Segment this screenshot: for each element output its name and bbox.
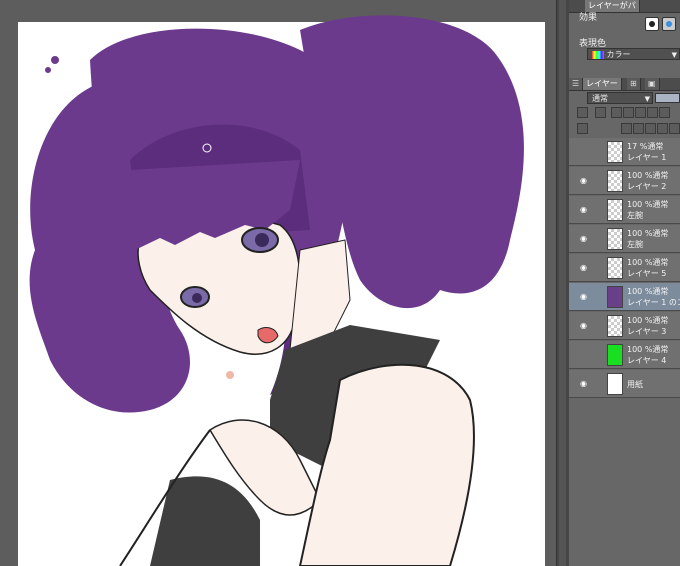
eye-icon[interactable] — [580, 147, 589, 156]
eye-icon[interactable]: ◉ — [580, 263, 589, 272]
clip-icon[interactable] — [611, 107, 622, 118]
layer-thumbnail — [607, 170, 623, 192]
layer-list: 17 %通常 レイヤー 1 ◉ 100 %通常 レイヤー 2 ◉ 100 %通常 左腕 ◉ 100… — [569, 138, 680, 398]
layer-stack-icon[interactable] — [577, 123, 588, 134]
scrollbar-thumb[interactable] — [559, 0, 566, 566]
lock-transparent-icon[interactable] — [647, 107, 658, 118]
layer-name: レイヤー 5 — [627, 269, 667, 278]
layer-thumbnail — [607, 373, 623, 395]
eye-icon[interactable]: ◉ — [580, 234, 589, 243]
layer-row[interactable]: ◉ 用紙 — [569, 370, 680, 398]
blend-mode-value: 通常 — [592, 94, 608, 103]
effect-label: 効果 — [579, 13, 598, 23]
illustration-canvas[interactable] — [0, 0, 556, 566]
pin-icon[interactable] — [659, 107, 670, 118]
layer-opacity-mode: 100 %通常 — [627, 258, 669, 267]
layer-name: 左腕 — [627, 240, 643, 249]
layer-row[interactable]: ◉ 100 %通常 レイヤー 3 — [569, 312, 680, 340]
layer-thumbnail — [607, 344, 623, 366]
layer-row[interactable]: ◉ 100 %通常 左腕 — [569, 225, 680, 253]
layer-toolbar-row-2 — [569, 122, 680, 136]
color-swatch-icon — [592, 50, 604, 59]
layer-name: レイヤー 1 — [627, 153, 667, 162]
effect-icons — [645, 17, 680, 31]
layer-opacity-mode: 17 %通常 — [627, 142, 664, 151]
tab-layer[interactable]: レイヤー — [583, 78, 622, 90]
chevron-down-icon: ▼ — [644, 95, 650, 103]
layer-row[interactable]: 17 %通常 レイヤー 1 — [569, 138, 680, 166]
eye-icon[interactable]: ◉ — [580, 292, 589, 301]
display-color-dropdown[interactable]: カラー ▼ — [587, 48, 680, 60]
layer-thumbnail — [607, 286, 623, 308]
layer-row[interactable]: 100 %通常 レイヤー 4 — [569, 341, 680, 369]
layer-thumbnail — [607, 315, 623, 337]
draft-icon[interactable] — [623, 107, 634, 118]
eye-icon[interactable]: ◉ — [580, 176, 589, 185]
layer-opacity-mode: 100 %通常 — [627, 229, 669, 238]
layer-name: 用紙 — [627, 380, 643, 389]
layer-row[interactable]: ◉ 100 %通常 レイヤー 5 — [569, 254, 680, 282]
tab-layer-icon[interactable]: ☰ — [569, 78, 584, 90]
display-color-value: カラー — [606, 50, 631, 59]
layer-toolbar-row-1 — [569, 106, 680, 120]
tab-search-icon[interactable]: ⊞ — [627, 78, 641, 90]
layer-name: レイヤー 4 — [627, 356, 667, 365]
mask-icon[interactable] — [577, 107, 588, 118]
canvas-scrollbar[interactable] — [556, 0, 569, 566]
layer-thumbnail — [607, 257, 623, 279]
layer-opacity-mode: 100 %通常 — [627, 171, 669, 180]
layer-tabbar: ☰ レイヤー ⊞ ▣ — [569, 78, 680, 91]
new-layer-icon[interactable] — [621, 123, 632, 134]
opacity-slider[interactable] — [655, 93, 680, 103]
merge-icon[interactable] — [657, 123, 668, 134]
delete-icon[interactable] — [669, 123, 680, 134]
ref-icon[interactable] — [595, 107, 606, 118]
eye-icon[interactable]: ◉ — [580, 205, 589, 214]
tab-extra-icon[interactable]: ▣ — [645, 78, 660, 90]
blend-mode-dropdown[interactable]: 通常 ▼ — [587, 92, 653, 104]
border-effect-icon[interactable] — [645, 17, 659, 31]
layer-row[interactable]: ◉ 100 %通常 左腕 — [569, 196, 680, 224]
chevron-down-icon: ▼ — [671, 51, 677, 59]
eye-icon[interactable] — [580, 350, 589, 359]
canvas-viewport[interactable] — [0, 0, 556, 566]
layer-row[interactable]: ◉ 100 %通常 レイヤー 2 — [569, 167, 680, 195]
lock-icon[interactable] — [635, 107, 646, 118]
layer-name: 左腕 — [627, 211, 643, 220]
layer-name: レイヤー 1 のコピ — [627, 298, 680, 307]
color-effect-icon[interactable] — [662, 17, 676, 31]
layer-thumbnail — [607, 141, 623, 163]
layer-thumbnail — [607, 199, 623, 221]
layer-opacity-mode: 100 %通常 — [627, 316, 669, 325]
layer-name: レイヤー 2 — [627, 182, 667, 191]
right-panel: レイヤーがパ 効果 表現色 カラー ▼ ☰ レイヤー ⊞ ▣ 通常 ▼ 17 %… — [569, 0, 680, 566]
eye-icon[interactable]: ◉ — [580, 379, 589, 388]
eye-icon[interactable]: ◉ — [580, 321, 589, 330]
layer-name: レイヤー 3 — [627, 327, 667, 336]
layer-opacity-mode: 100 %通常 — [627, 345, 669, 354]
layer-row[interactable]: ◉ 100 %通常レイヤー 1 のコピ — [569, 283, 680, 311]
new-folder-icon[interactable] — [645, 123, 656, 134]
layer-opacity-mode: 100 %通常 — [627, 287, 669, 296]
layer-opacity-mode: 100 %通常 — [627, 200, 669, 209]
new-vector-icon[interactable] — [633, 123, 644, 134]
layer-thumbnail — [607, 228, 623, 250]
